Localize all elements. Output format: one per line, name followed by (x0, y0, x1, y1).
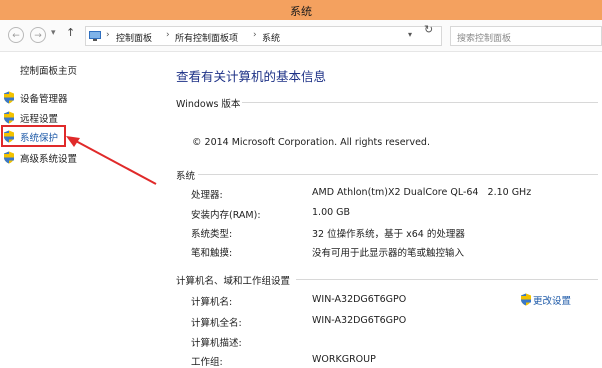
shield-icon (4, 130, 14, 143)
page-title: 查看有关计算机的基本信息 (176, 69, 327, 84)
system-type-value: 32 位操作系统，基于 x64 的处理器 (312, 229, 465, 240)
section-divider (296, 279, 598, 280)
shield-icon (4, 151, 14, 164)
computer-description-label: 计算机描述: (191, 338, 242, 349)
title-bar: 系统 (0, 0, 602, 20)
breadcrumb-separator: › (166, 30, 170, 40)
system-type-label: 系统类型: (191, 229, 233, 240)
section-title-computer: 计算机名、域和工作组设置 (176, 276, 291, 287)
section-title-system: 系统 (176, 171, 196, 182)
processor-label: 处理器: (191, 190, 223, 201)
recent-locations-dropdown[interactable]: ▾ (51, 28, 56, 38)
breadcrumb-all-items[interactable]: 所有控制面板项 (175, 31, 238, 44)
window-title: 系统 (290, 5, 312, 18)
sidebar-item-label: 系统保护 (20, 133, 59, 144)
workgroup-value: WORKGROUP (312, 354, 376, 365)
forward-arrow-icon: → (34, 31, 42, 41)
breadcrumb-system[interactable]: 系统 (262, 31, 280, 44)
shield-icon (4, 91, 14, 104)
breadcrumb-control-panel[interactable]: 控制面板 (116, 31, 152, 44)
change-settings-label: 更改设置 (533, 296, 572, 307)
up-button[interactable]: ↑ (66, 26, 75, 39)
back-arrow-icon: ← (12, 31, 20, 41)
section-divider (198, 174, 598, 175)
refresh-icon[interactable]: ↻ (424, 23, 433, 36)
control-panel-icon (89, 31, 101, 41)
section-divider (242, 102, 598, 103)
computer-name-value: WIN-A32DG6T6GPO (312, 294, 407, 305)
processor-value: AMD Athlon(tm)X2 DualCore QL-64 2.10 GHz (312, 187, 532, 198)
breadcrumb-separator: › (253, 30, 257, 40)
section-title-edition: Windows 版本 (176, 99, 241, 110)
search-box[interactable]: 搜索控制面板 (450, 26, 602, 46)
navigation-bar: ← → ▾ ↑ › 控制面板 › 所有控制面板项 › 系统 ▾ ↻ 搜索控制面板 (0, 20, 602, 52)
address-dropdown-icon[interactable]: ▾ (408, 30, 412, 39)
annotation-arrow (66, 136, 157, 185)
search-placeholder: 搜索控制面板 (457, 34, 512, 44)
back-button[interactable]: ← (8, 27, 24, 43)
full-computer-name-label: 计算机全名: (191, 318, 242, 329)
full-computer-name-value: WIN-A32DG6T6GPO (312, 315, 407, 326)
address-bar[interactable]: › 控制面板 › 所有控制面板项 › 系统 ▾ (85, 26, 442, 46)
shield-icon (521, 293, 531, 306)
ram-value: 1.00 GB (312, 207, 351, 218)
sidebar-home-link[interactable]: 控制面板主页 (20, 63, 77, 77)
computer-name-label: 计算机名: (191, 297, 233, 308)
copyright-text: © 2014 Microsoft Corporation. All rights… (192, 137, 430, 148)
ram-label: 安装内存(RAM): (191, 210, 261, 221)
workgroup-label: 工作组: (191, 357, 223, 368)
forward-button[interactable]: → (30, 27, 46, 43)
pen-touch-value: 没有可用于此显示器的笔或触控输入 (312, 248, 465, 259)
pen-touch-label: 笔和触摸: (191, 248, 233, 259)
sidebar-item-label: 设备管理器 (20, 94, 68, 105)
breadcrumb-separator: › (106, 30, 110, 40)
shield-icon (4, 111, 14, 124)
sidebar-item-label: 远程设置 (20, 114, 59, 125)
